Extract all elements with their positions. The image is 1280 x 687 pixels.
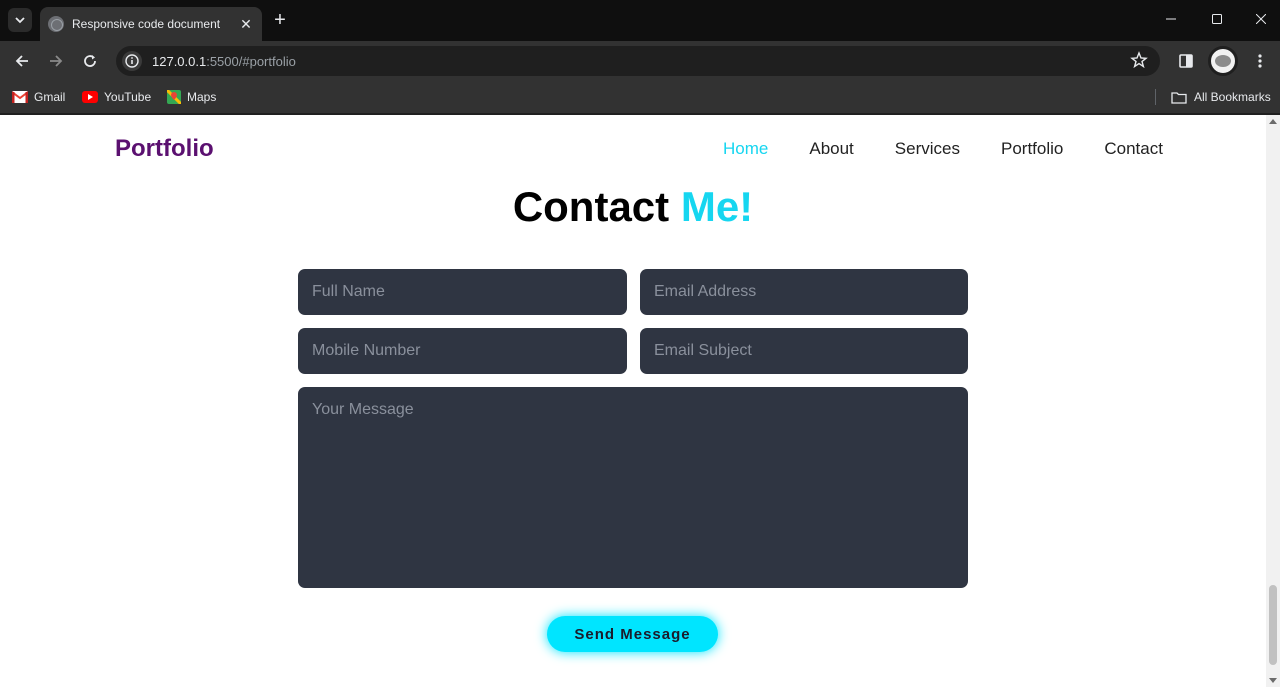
bookmark-gmail[interactable]: Gmail bbox=[12, 88, 65, 106]
arrow-left-icon bbox=[15, 55, 28, 67]
minimize-icon bbox=[1166, 18, 1176, 20]
chevron-down-icon bbox=[15, 17, 25, 24]
nav-portfolio[interactable]: Portfolio bbox=[1001, 139, 1063, 159]
browser-menu-button[interactable] bbox=[1248, 49, 1272, 73]
maximize-icon bbox=[1212, 14, 1222, 24]
scroll-up-icon[interactable] bbox=[1269, 119, 1277, 124]
site-logo[interactable]: Portfolio bbox=[115, 135, 214, 163]
bookmarks-bar: Gmail YouTube Maps All Bookmarks bbox=[0, 81, 1280, 113]
new-tab-button[interactable]: + bbox=[268, 9, 292, 33]
nav-home[interactable]: Home bbox=[723, 139, 768, 159]
email-address-input[interactable] bbox=[640, 269, 968, 315]
bookmarks-divider bbox=[1155, 89, 1156, 105]
bookmark-label: YouTube bbox=[104, 90, 152, 104]
side-panel-button[interactable] bbox=[1174, 49, 1198, 73]
close-tab-icon[interactable]: ✕ bbox=[238, 16, 254, 33]
message-textarea[interactable] bbox=[298, 387, 968, 588]
heading-main: Contact bbox=[512, 183, 670, 230]
scroll-down-icon[interactable] bbox=[1269, 678, 1277, 683]
address-bar[interactable]: 127.0.0.1:5500/#portfolio bbox=[116, 46, 1160, 76]
contact-heading: Contact Me! bbox=[0, 183, 1266, 231]
main-nav: Home About Services Portfolio Contact bbox=[723, 139, 1204, 159]
close-icon bbox=[1256, 14, 1266, 24]
profile-avatar[interactable] bbox=[1208, 46, 1238, 76]
page-scrollbar[interactable] bbox=[1266, 115, 1280, 687]
forward-button[interactable] bbox=[44, 49, 68, 73]
nav-contact[interactable]: Contact bbox=[1104, 139, 1163, 159]
folder-icon bbox=[1171, 91, 1187, 104]
gmail-icon bbox=[12, 91, 28, 103]
url-path: :5500/#portfolio bbox=[206, 53, 296, 69]
email-subject-input[interactable] bbox=[640, 328, 968, 374]
more-vertical-icon bbox=[1258, 54, 1262, 68]
arrow-right-icon bbox=[50, 55, 63, 67]
heading-accent: Me! bbox=[680, 183, 754, 230]
bookmark-star-icon[interactable] bbox=[1130, 51, 1148, 74]
nav-services[interactable]: Services bbox=[895, 139, 960, 159]
site-info-icon[interactable] bbox=[122, 51, 142, 71]
tab-search-button[interactable] bbox=[8, 8, 32, 32]
maps-icon bbox=[167, 90, 181, 104]
nav-about[interactable]: About bbox=[809, 139, 853, 159]
page-viewport: Portfolio Home About Services Portfolio … bbox=[0, 115, 1280, 687]
bookmark-youtube[interactable]: YouTube bbox=[82, 88, 151, 106]
bookmark-maps[interactable]: Maps bbox=[167, 88, 216, 106]
browser-toolbar: 127.0.0.1:5500/#portfolio bbox=[0, 41, 1280, 81]
maximize-button[interactable] bbox=[1194, 0, 1240, 38]
bookmark-label: Maps bbox=[187, 90, 217, 104]
tab-strip: Responsive code document ✕ + bbox=[0, 0, 1280, 41]
back-button[interactable] bbox=[10, 49, 34, 73]
bookmark-label: Gmail bbox=[34, 90, 66, 104]
reload-button[interactable] bbox=[78, 49, 102, 73]
close-window-button[interactable] bbox=[1238, 0, 1280, 38]
all-bookmarks-label: All Bookmarks bbox=[1194, 90, 1271, 104]
full-name-input[interactable] bbox=[298, 269, 627, 315]
side-panel-icon bbox=[1179, 54, 1193, 68]
globe-icon bbox=[48, 16, 64, 32]
mobile-number-input[interactable] bbox=[298, 328, 627, 374]
send-message-button[interactable]: Send Message bbox=[547, 616, 718, 652]
tab-title: Responsive code document bbox=[72, 17, 221, 31]
browser-tab[interactable]: Responsive code document ✕ bbox=[40, 7, 262, 41]
youtube-icon bbox=[82, 91, 98, 103]
reload-icon bbox=[84, 55, 96, 67]
url-host: 127.0.0.1 bbox=[152, 53, 207, 69]
minimize-button[interactable] bbox=[1148, 0, 1194, 38]
scroll-thumb[interactable] bbox=[1269, 585, 1277, 665]
all-bookmarks-button[interactable]: All Bookmarks bbox=[1171, 88, 1271, 106]
